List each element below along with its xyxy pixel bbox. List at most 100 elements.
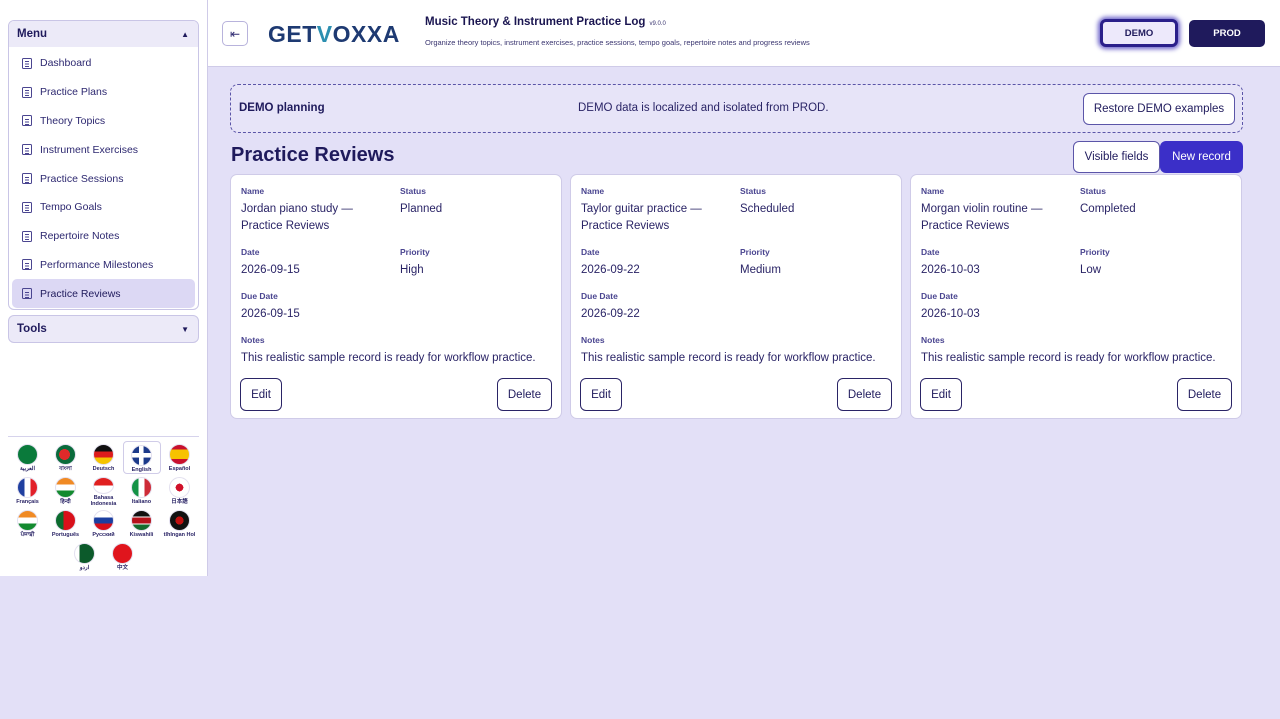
delete-button[interactable]: Delete (837, 378, 892, 411)
app-title: Music Theory & Instrument Practice Log v9… (425, 16, 666, 28)
language-option[interactable]: English (122, 441, 161, 474)
language-option[interactable]: Português (47, 507, 85, 540)
menu-header[interactable]: Menu ▲ (9, 21, 198, 47)
language-option[interactable]: ਪੰਜਾਬੀ (9, 507, 47, 540)
logo-text: GETVOXXA (268, 20, 400, 47)
collapse-sidebar-button[interactable]: ⇤ (222, 21, 248, 46)
flag-cn-icon (112, 543, 133, 564)
edit-button[interactable]: Edit (920, 378, 962, 411)
field-label-notes: Notes (921, 335, 945, 345)
record-name: Taylor guitar practice — Practice Review… (581, 203, 702, 232)
field-label-date: Date (581, 247, 600, 257)
sidebar-item-label: Instrument Exercises (40, 143, 139, 156)
language-option[interactable]: Русский (85, 507, 123, 540)
language-option[interactable]: Italiano (123, 474, 161, 507)
edit-button[interactable]: Edit (240, 378, 282, 411)
app-subtitle: Organize theory topics, instrument exerc… (425, 38, 810, 47)
language-option[interactable]: हिन्दी (47, 474, 85, 507)
record-card: Name Morgan violin routine — Practice Rev… (910, 174, 1242, 419)
record-card: Name Taylor guitar practice — Practice Re… (570, 174, 902, 419)
document-icon (22, 173, 32, 185)
language-label: हिन्दी (60, 499, 71, 505)
demo-banner: DEMO planning DEMO data is localized and… (230, 84, 1243, 133)
sidebar-item-theory-topics[interactable]: Theory Topics (12, 107, 195, 136)
language-option[interactable]: বাংলা (47, 441, 85, 474)
menu-list: Dashboard Practice Plans Theory Topics Inst… (9, 47, 198, 309)
language-option[interactable]: Français (9, 474, 47, 507)
document-icon (22, 201, 32, 213)
banner-message: DEMO data is localized and isolated from… (578, 102, 829, 114)
flag-ru-icon (93, 510, 114, 531)
flag-in-icon (55, 477, 76, 498)
language-label: اردو (79, 565, 90, 571)
flag-de-icon (93, 444, 114, 465)
sidebar-item-practice-plans[interactable]: Practice Plans (12, 78, 195, 107)
tools-panel-header[interactable]: Tools ▼ (8, 315, 199, 343)
edit-button[interactable]: Edit (580, 378, 622, 411)
record-status: Planned (400, 203, 443, 215)
chevron-down-icon[interactable]: ▼ (181, 325, 189, 334)
language-option[interactable]: Kiswahili (123, 507, 161, 540)
record-notes: This realistic sample record is ready fo… (921, 352, 1216, 364)
record-status: Completed (1080, 203, 1136, 215)
sidebar-item-label: Dashboard (40, 57, 92, 70)
prod-env-button[interactable]: PROD (1189, 20, 1265, 47)
record-card: Name Jordan piano study — Practice Review… (230, 174, 562, 419)
sidebar-item-label: Practice Plans (40, 86, 108, 99)
language-label: Kiswahili (129, 532, 154, 538)
language-label: Русский (92, 532, 115, 538)
language-label: Español (168, 466, 191, 472)
sidebar-item-label: Practice Reviews (40, 287, 121, 300)
sidebar-item-practice-reviews[interactable]: Practice Reviews (12, 279, 195, 309)
flag-in-icon (17, 510, 38, 531)
language-option[interactable]: tlhIngan Hol (161, 507, 199, 540)
language-option[interactable]: Deutsch (85, 441, 123, 474)
sidebar-item-tempo-goals[interactable]: Tempo Goals (12, 193, 195, 222)
language-label: 中文 (116, 565, 128, 571)
field-label-due-date: Due Date (241, 291, 278, 301)
language-option[interactable]: 日本語 (161, 474, 199, 507)
language-option[interactable]: Español (161, 441, 199, 474)
language-option[interactable]: Bahasa Indonesia (85, 474, 123, 507)
sidebar-item-dashboard[interactable]: Dashboard (12, 49, 195, 78)
demo-env-button[interactable]: DEMO (1100, 19, 1178, 47)
sidebar-item-label: Repertoire Notes (40, 230, 120, 243)
language-label: Deutsch (92, 466, 115, 472)
field-label-due-date: Due Date (581, 291, 618, 301)
language-label: tlhIngan Hol (163, 532, 196, 538)
language-option[interactable]: 中文 (104, 540, 142, 573)
sidebar-item-repertoire-notes[interactable]: Repertoire Notes (12, 222, 195, 251)
field-label-date: Date (241, 247, 260, 257)
flag-pk-icon (74, 543, 95, 564)
record-priority: Medium (740, 264, 781, 276)
field-label-notes: Notes (241, 335, 265, 345)
record-name: Morgan violin routine — Practice Reviews (921, 203, 1043, 232)
field-label-name: Name (241, 186, 265, 196)
menu-title: Menu (17, 28, 48, 40)
flag-gb-icon (131, 445, 152, 466)
new-record-button[interactable]: New record (1160, 141, 1243, 173)
language-picker: العربية বাংলা Deutsch English Español Françai… (8, 436, 199, 573)
restore-demo-button[interactable]: Restore DEMO examples (1083, 93, 1235, 125)
app-title-text: Music Theory & Instrument Practice Log (425, 16, 646, 28)
sidebar-item-practice-sessions[interactable]: Practice Sessions (12, 164, 195, 193)
field-label-status: Status (1080, 186, 1106, 196)
page-title: Practice Reviews (231, 144, 395, 166)
delete-button[interactable]: Delete (1177, 378, 1232, 411)
language-option[interactable]: اردو (66, 540, 104, 573)
document-icon (22, 86, 32, 98)
app-version: v9.0.0 (649, 21, 666, 27)
visible-fields-button[interactable]: Visible fields (1073, 141, 1160, 173)
flag-id-icon (93, 477, 114, 494)
sidebar-item-instrument-exercises[interactable]: Instrument Exercises (12, 135, 195, 164)
sidebar-item-performance-milestones[interactable]: Performance Milestones (12, 251, 195, 280)
menu-panel: Menu ▲ Dashboard Practice Plans Theory Top… (8, 20, 199, 310)
record-notes: This realistic sample record is ready fo… (581, 352, 876, 364)
language-label: العربية (19, 466, 36, 472)
language-option[interactable]: العربية (9, 441, 47, 474)
language-label: English (131, 467, 152, 473)
records-grid: Name Jordan piano study — Practice Review… (230, 174, 1243, 420)
delete-button[interactable]: Delete (497, 378, 552, 411)
language-label: Français (16, 499, 39, 505)
chevron-up-icon[interactable]: ▲ (181, 30, 189, 39)
